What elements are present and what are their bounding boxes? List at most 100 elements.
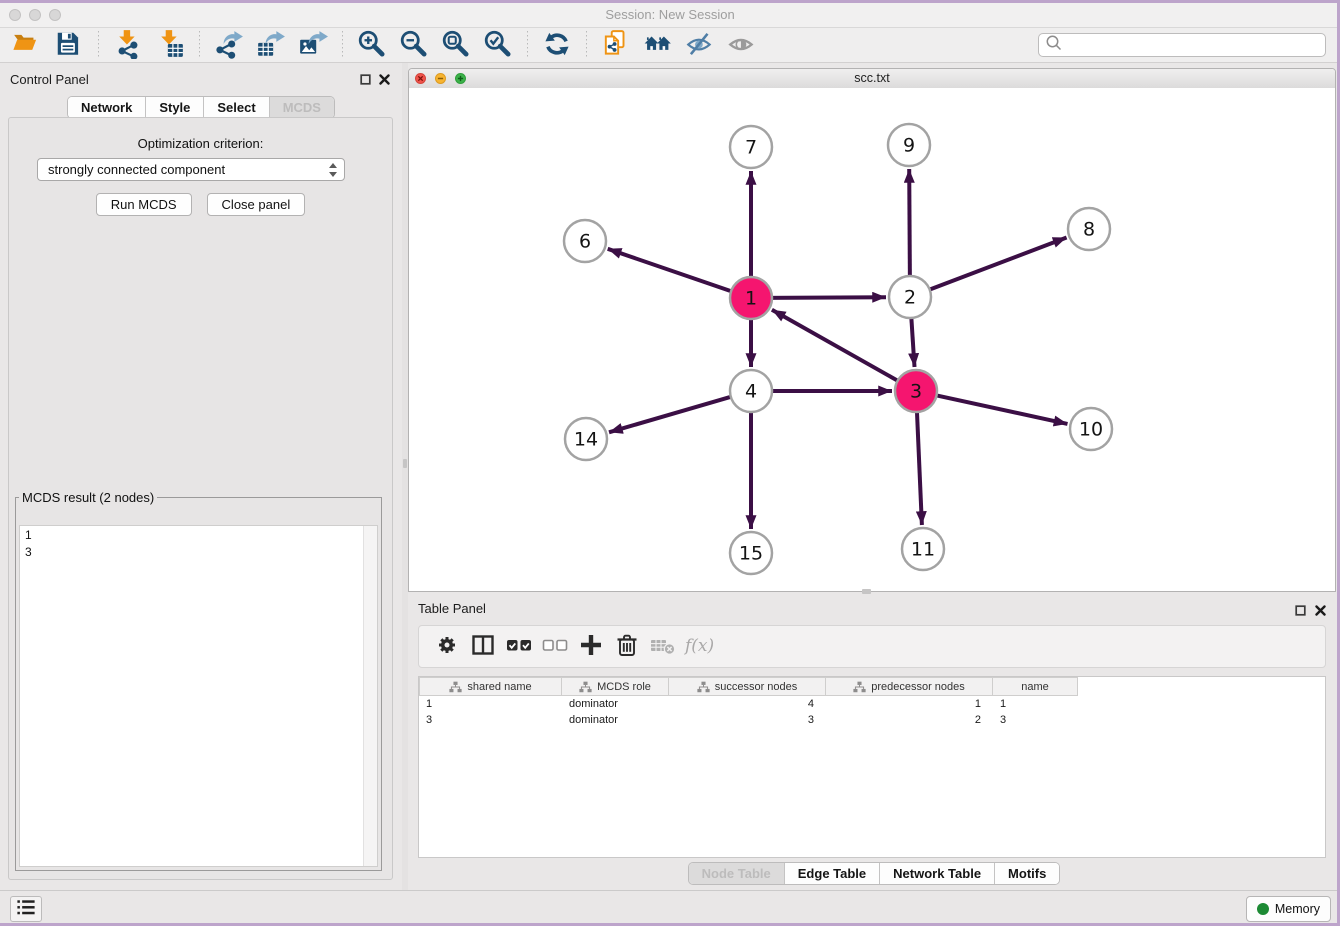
column-header-predecessor-nodes[interactable]: predecessor nodes (826, 677, 993, 696)
export-network-icon (214, 29, 244, 62)
graph-node-8[interactable]: 8 (1068, 208, 1110, 250)
columns-button[interactable] (466, 630, 500, 664)
check-off-button[interactable] (538, 630, 572, 664)
import-table-button[interactable] (152, 29, 188, 61)
graph-edge-2-3[interactable] (911, 314, 914, 367)
table-cell[interactable]: 1 (419, 696, 562, 712)
control-panel-tabs: NetworkStyleSelectMCDS (67, 96, 335, 119)
column-header-name[interactable]: name (993, 677, 1078, 696)
memory-label: Memory (1275, 902, 1320, 916)
homes-button[interactable] (640, 29, 676, 61)
export-image-button[interactable] (295, 29, 331, 61)
table-cell[interactable]: 3 (669, 712, 826, 728)
table-cell[interactable]: 3 (419, 712, 562, 728)
graph-node-11[interactable]: 11 (902, 528, 944, 570)
column-header-label: successor nodes (715, 681, 798, 693)
import-network-button[interactable] (110, 29, 146, 61)
table-cell[interactable]: dominator (562, 712, 669, 728)
graph-edge-2-9[interactable] (909, 169, 910, 280)
column-header-label: predecessor nodes (871, 681, 965, 693)
mcds-result-item[interactable]: 1 (20, 526, 377, 543)
save-button[interactable] (51, 29, 87, 61)
optimization-criterion-select[interactable]: strongly connected component (37, 158, 345, 181)
graph-node-9[interactable]: 9 (888, 124, 930, 166)
network-documents-button[interactable] (598, 29, 634, 61)
zoom-out-icon (399, 29, 429, 62)
check-on-icon (506, 632, 532, 661)
close-panel-button[interactable]: Close panel (207, 193, 306, 216)
toolbar-separator (586, 31, 587, 59)
graph-edge-1-2[interactable] (768, 297, 886, 298)
horizontal-splitter-grip[interactable] (862, 589, 871, 594)
table-row[interactable]: 3dominator323 (419, 712, 1325, 728)
float-panel-icon[interactable] (360, 72, 371, 90)
table-cell[interactable]: dominator (562, 696, 669, 712)
network-canvas[interactable]: 7 9 6 8 1 2 4 3 14 10 15 11 (409, 88, 1335, 591)
eye-slash-button[interactable] (682, 29, 718, 61)
open-folder-button[interactable] (9, 29, 45, 61)
table-tab-network-table[interactable]: Network Table (880, 863, 995, 884)
search-box[interactable] (1038, 33, 1326, 57)
zoom-selected-button[interactable] (480, 29, 516, 61)
close-panel-icon[interactable] (379, 72, 390, 90)
import-network-icon (113, 29, 143, 62)
table-tab-node-table[interactable]: Node Table (689, 863, 785, 884)
refresh-button[interactable] (539, 29, 575, 61)
add-button[interactable] (574, 630, 608, 664)
graph-edge-2-8[interactable] (926, 238, 1067, 292)
table-tab-motifs[interactable]: Motifs (995, 863, 1059, 884)
search-input[interactable] (1062, 35, 1325, 55)
memory-button[interactable]: Memory (1246, 896, 1331, 922)
column-header-MCDS-role[interactable]: MCDS role (562, 677, 669, 696)
graph-node-1[interactable]: 1 (730, 277, 772, 319)
trash-button[interactable] (610, 630, 644, 664)
graph-node-3[interactable]: 3 (895, 370, 937, 412)
table-tab-edge-table[interactable]: Edge Table (785, 863, 880, 884)
float-table-panel-icon[interactable] (1295, 603, 1306, 621)
export-network-button[interactable] (211, 29, 247, 61)
column-header-shared-name[interactable]: shared name (419, 677, 562, 696)
close-table-panel-icon[interactable] (1315, 603, 1326, 621)
graph-node-2[interactable]: 2 (889, 276, 931, 318)
gear-button[interactable] (430, 630, 464, 664)
network-documents-icon (601, 29, 631, 62)
control-tab-select[interactable]: Select (204, 97, 269, 118)
control-tab-network[interactable]: Network (68, 97, 146, 118)
graph-node-14[interactable]: 14 (565, 418, 607, 460)
result-scrollbar[interactable] (363, 526, 377, 866)
run-mcds-button[interactable]: Run MCDS (96, 193, 192, 216)
check-on-button[interactable] (502, 630, 536, 664)
mcds-result-list[interactable]: 13 (19, 525, 378, 867)
graph-edge-3-1[interactable] (772, 310, 901, 383)
statusbar: Memory (0, 890, 1340, 924)
control-tab-style[interactable]: Style (146, 97, 204, 118)
table-cell[interactable]: 1 (826, 696, 993, 712)
export-table-button[interactable] (253, 29, 289, 61)
tree-icon (579, 681, 592, 693)
table-cell[interactable]: 1 (993, 696, 1078, 712)
zoom-fit-button[interactable] (438, 29, 474, 61)
graph-edge-1-6[interactable] (608, 249, 735, 293)
table-row[interactable]: 1dominator411 (419, 696, 1325, 712)
graph-node-10[interactable]: 10 (1070, 408, 1112, 450)
control-tab-mcds[interactable]: MCDS (270, 97, 334, 118)
graph-node-7[interactable]: 7 (730, 126, 772, 168)
node-table: shared nameMCDS role successor nodes prede… (418, 676, 1326, 858)
zoom-in-button[interactable] (354, 29, 390, 61)
mcds-result-item[interactable]: 3 (20, 543, 377, 560)
graph-node-6[interactable]: 6 (564, 220, 606, 262)
table-cell[interactable]: 4 (669, 696, 826, 712)
graph-node-15[interactable]: 15 (730, 532, 772, 574)
graph-node-4[interactable]: 4 (730, 370, 772, 412)
task-history-button[interactable] (10, 896, 42, 922)
table-cell[interactable]: 3 (993, 712, 1078, 728)
table-cell[interactable]: 2 (826, 712, 993, 728)
column-header-successor-nodes[interactable]: successor nodes (669, 677, 826, 696)
network-window-titlebar[interactable]: scc.txt (409, 69, 1335, 89)
graph-edge-3-10[interactable] (933, 395, 1068, 424)
table-body: 1dominator4113dominator323 (419, 696, 1325, 728)
window-frame-top (0, 0, 1340, 3)
graph-edge-4-14[interactable] (609, 396, 735, 433)
graph-edge-3-11[interactable] (917, 408, 922, 525)
zoom-out-button[interactable] (396, 29, 432, 61)
